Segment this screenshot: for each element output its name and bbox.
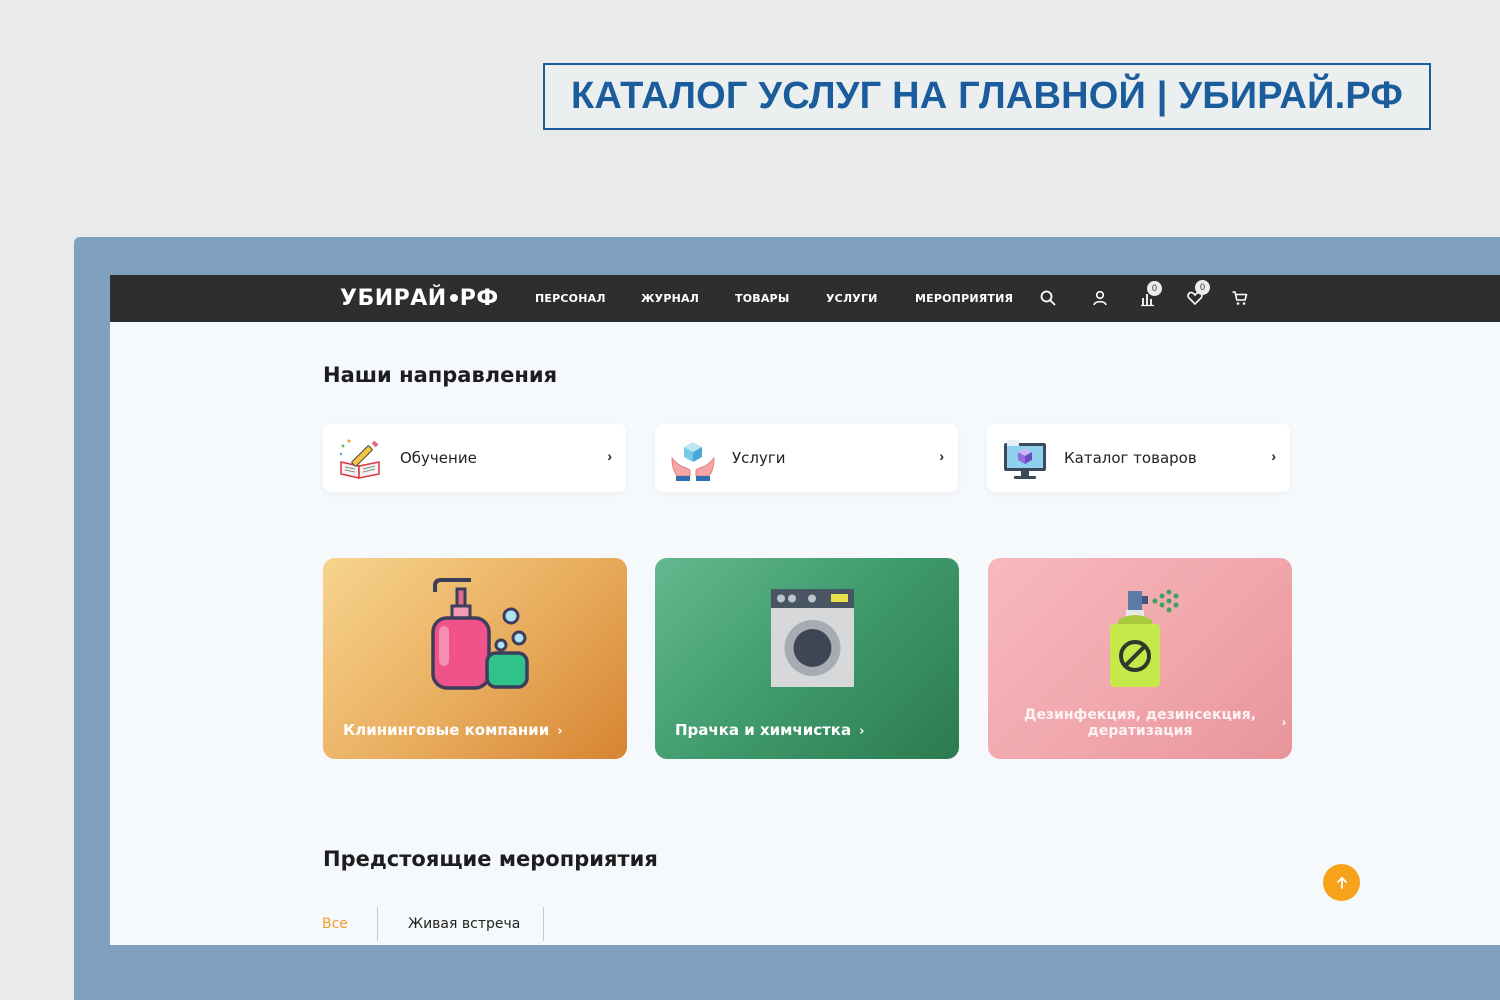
spray-bottle-icon	[1110, 589, 1179, 687]
service-card-cleaning[interactable]: Клининговые компании ›	[323, 558, 627, 759]
tab-divider	[543, 907, 544, 941]
directions-title: Наши направления	[323, 363, 558, 387]
hands-cube-icon	[671, 442, 715, 481]
tab-live-meeting[interactable]: Живая встреча	[408, 916, 520, 932]
site-screen: УБИРАЙ РФ ПЕРСОНАЛ ЖУРНАЛ ТОВАРЫ УСЛУГИ М…	[110, 275, 1500, 945]
nav-events[interactable]: МЕРОПРИЯТИЯ	[915, 292, 1013, 305]
nav-services[interactable]: УСЛУГИ	[826, 292, 878, 305]
direction-card-education[interactable]: Обучение ›	[323, 424, 626, 492]
tab-divider	[377, 907, 378, 941]
service-card-disinfection[interactable]: Дезинфекция, дезинсекция, дератизация ›	[988, 558, 1292, 759]
page-banner: КАТАЛОГ УСЛУГ НА ГЛАВНОЙ | УБИРАЙ.РФ	[543, 63, 1431, 130]
direction-label-services: Услуги	[732, 449, 786, 467]
nav-journal[interactable]: ЖУРНАЛ	[641, 292, 699, 305]
service-card-laundry[interactable]: Прачка и химчистка ›	[655, 558, 959, 759]
events-title: Предстоящие мероприятия	[323, 847, 658, 871]
washing-machine-icon	[771, 589, 854, 687]
book-pencil-icon	[339, 439, 380, 479]
chevron-right-icon: ›	[607, 448, 612, 464]
service-label-disinfection: Дезинфекция, дезинсекция, дератизация	[1023, 707, 1257, 739]
user-icon[interactable]	[1091, 289, 1109, 307]
compare-count-badge: 0	[1147, 281, 1162, 296]
service-label-laundry: Прачка и химчистка ›	[675, 721, 865, 739]
banner-title: КАТАЛОГ УСЛУГ НА ГЛАВНОЙ | УБИРАЙ.РФ	[570, 75, 1404, 117]
cart-icon[interactable]	[1231, 289, 1249, 307]
chevron-right-icon: ›	[1271, 448, 1276, 464]
direction-card-services[interactable]: Услуги ›	[655, 424, 958, 492]
direction-label-education: Обучение	[400, 449, 477, 467]
top-navbar: УБИРАЙ РФ ПЕРСОНАЛ ЖУРНАЛ ТОВАРЫ УСЛУГИ М…	[110, 275, 1500, 322]
direction-card-catalog[interactable]: Каталог товаров ›	[987, 424, 1290, 492]
direction-label-catalog: Каталог товаров	[1064, 449, 1197, 467]
site-logo[interactable]: УБИРАЙ РФ	[340, 286, 499, 311]
nav-personnel[interactable]: ПЕРСОНАЛ	[535, 292, 606, 305]
soap-dispenser-icon	[431, 578, 529, 690]
favorites-count-badge: 0	[1195, 280, 1210, 295]
chevron-right-icon: ›	[557, 724, 563, 739]
scroll-to-top-button[interactable]	[1323, 864, 1360, 901]
service-label-cleaning: Клининговые компании ›	[343, 721, 563, 739]
chevron-right-icon: ›	[859, 724, 865, 739]
logo-dot	[449, 294, 458, 302]
tab-all[interactable]: Все	[322, 916, 348, 932]
search-icon[interactable]	[1039, 289, 1057, 307]
chevron-right-icon: ›	[939, 448, 944, 464]
arrow-up-icon	[1336, 876, 1347, 889]
chevron-right-icon: ›	[1282, 715, 1286, 729]
nav-goods[interactable]: ТОВАРЫ	[735, 292, 789, 305]
monitor-cube-icon	[1004, 440, 1046, 479]
